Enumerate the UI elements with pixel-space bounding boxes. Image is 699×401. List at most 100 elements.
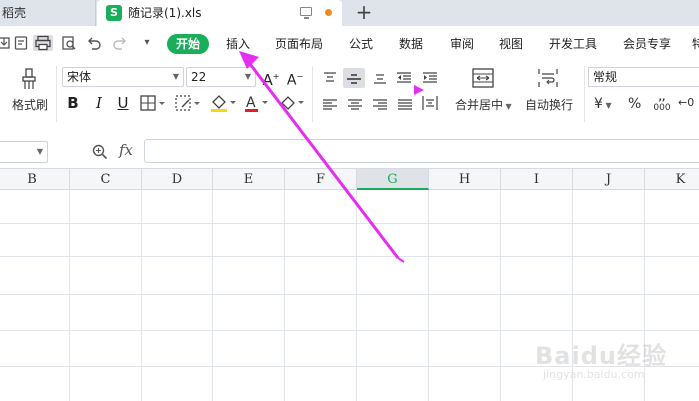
align-center-icon[interactable]	[347, 97, 363, 116]
align-bottom-icon[interactable]	[372, 70, 388, 89]
chevron-down-icon: ▼	[244, 72, 251, 81]
align-middle-icon[interactable]	[346, 71, 362, 90]
watermark-main: Baidu经验	[535, 342, 667, 370]
increase-indent-icon[interactable]	[422, 70, 438, 89]
merge-center-button[interactable]: 合并居中 ▼	[455, 97, 512, 115]
menu-developer[interactable]: 开发工具	[549, 26, 597, 62]
chevron-down-icon: ▼	[503, 102, 512, 111]
font-color-icon[interactable]: A	[243, 94, 269, 112]
decrease-indent-icon[interactable]	[396, 70, 412, 89]
align-right-icon[interactable]	[372, 97, 388, 116]
name-box[interactable]: ▼	[0, 141, 48, 163]
print-preview-icon[interactable]	[61, 35, 77, 51]
ribbon-divider	[584, 66, 585, 122]
column-header-j[interactable]: J	[573, 169, 645, 190]
tab-previous[interactable]: 稻壳	[0, 0, 96, 26]
font-name-select[interactable]: 宋体 ▼	[62, 67, 184, 87]
font-name-value: 宋体	[67, 70, 92, 84]
formula-input[interactable]	[144, 139, 699, 163]
tab-active-workbook[interactable]: S 随记录(1).xls	[97, 0, 342, 26]
merge-center-label: 合并居中	[455, 98, 504, 112]
monitor-icon[interactable]	[300, 7, 312, 19]
column-header-k[interactable]: K	[645, 169, 699, 190]
grid-line	[141, 190, 142, 401]
grid-line	[69, 190, 70, 401]
menu-data[interactable]: 数据	[399, 26, 423, 62]
grid-line	[0, 294, 699, 295]
thousands-format-button[interactable]: ,, 000	[652, 93, 672, 113]
grid-line	[284, 190, 285, 401]
column-header-i[interactable]: I	[501, 169, 573, 190]
italic-button[interactable]: I	[90, 93, 108, 113]
format-painter-icon[interactable]	[18, 68, 40, 90]
column-header-b[interactable]: B	[0, 169, 70, 190]
percent-format-button[interactable]: %	[628, 96, 641, 112]
column-header-e[interactable]: E	[213, 169, 285, 190]
column-header-h[interactable]: H	[429, 169, 501, 190]
zoom-search-icon[interactable]	[92, 144, 108, 160]
font-size-select[interactable]: 22 ▼	[186, 67, 256, 87]
underline-button[interactable]: U	[114, 93, 132, 113]
format-painter-label[interactable]: 格式刷	[12, 97, 48, 113]
align-left-icon[interactable]	[322, 97, 338, 116]
distributed-align-icon[interactable]	[422, 95, 438, 115]
menu-page-layout[interactable]: 页面布局	[275, 26, 323, 62]
svg-text:A: A	[246, 95, 256, 111]
menu-view[interactable]: 视图	[499, 26, 523, 62]
column-header-g-selected[interactable]: G	[357, 169, 429, 190]
font-size-value: 22	[191, 70, 207, 84]
currency-format-button[interactable]: ¥ ▼	[594, 96, 612, 114]
formula-bar: ▼ fx	[0, 138, 699, 168]
menu-start[interactable]: 开始	[167, 34, 209, 54]
cell-style-icon[interactable]	[175, 95, 201, 111]
open-file-icon[interactable]	[0, 35, 12, 51]
decrease-font-size-icon[interactable]: A−	[286, 67, 304, 89]
workbook-title: 随记录(1).xls	[128, 6, 202, 20]
ribbon-divider	[56, 66, 57, 122]
redo-icon[interactable]	[112, 35, 128, 51]
menu-special[interactable]: 特	[692, 26, 699, 62]
column-header-c[interactable]: C	[70, 169, 142, 190]
column-header-f[interactable]: F	[285, 169, 357, 190]
print-icon[interactable]	[33, 35, 53, 51]
grid-line	[428, 190, 429, 401]
grid-line	[0, 330, 699, 331]
insert-function-icon[interactable]: fx	[119, 141, 133, 159]
tab-bar: 稻壳 S 随记录(1).xls +	[0, 0, 699, 26]
fill-color-icon[interactable]	[209, 94, 237, 112]
increase-font-size-icon[interactable]: A+	[262, 67, 280, 89]
menu-member[interactable]: 会员专享	[623, 26, 671, 62]
number-format-value: 常规	[593, 70, 618, 84]
chevron-down-icon: ▼	[602, 101, 612, 110]
column-header-d[interactable]: D	[142, 169, 213, 190]
menu-insert[interactable]: 插入	[226, 26, 250, 62]
justify-icon[interactable]	[397, 97, 413, 116]
grid-line	[0, 223, 699, 224]
thousands-icon: ,,	[658, 93, 666, 103]
new-tab-button[interactable]: +	[354, 0, 374, 26]
align-top-icon[interactable]	[322, 70, 338, 89]
menu-bar: ▾ 开始 插入 页面布局 公式 数据 审阅 视图 开发工具 会员专享 特	[0, 26, 699, 62]
baidu-watermark: Baidu经验 jingyan.baidu.com	[535, 336, 695, 394]
menu-formulas[interactable]: 公式	[349, 26, 373, 62]
number-format-select[interactable]: 常规	[588, 67, 699, 87]
watermark-url: jingyan.baidu.com	[543, 368, 645, 381]
export-pdf-icon[interactable]	[13, 35, 29, 51]
borders-icon[interactable]	[140, 95, 166, 111]
wrap-text-icon[interactable]	[537, 68, 559, 88]
thousands-icon-label: 000	[653, 103, 671, 113]
undo-icon[interactable]	[86, 35, 102, 51]
merge-center-icon[interactable]	[472, 68, 494, 88]
wrap-text-label[interactable]: 自动换行	[525, 97, 573, 113]
ribbon-divider	[312, 66, 313, 122]
grid-line	[356, 190, 357, 401]
grid-line	[500, 190, 501, 401]
menu-review[interactable]: 审阅	[450, 26, 474, 62]
ribbon-home: 格式刷 宋体 ▼ 22 ▼ A+ A− B I U A 合并居中 ▼ 自动换行 …	[0, 62, 699, 128]
bold-button[interactable]: B	[64, 93, 82, 113]
increase-decimal-button[interactable]: ←0	[678, 95, 694, 111]
clear-format-icon[interactable]	[279, 94, 305, 112]
unsaved-dot-icon[interactable]	[325, 9, 332, 16]
currency-icon: ¥	[594, 96, 603, 112]
quick-access-more-icon[interactable]: ▾	[139, 35, 155, 51]
